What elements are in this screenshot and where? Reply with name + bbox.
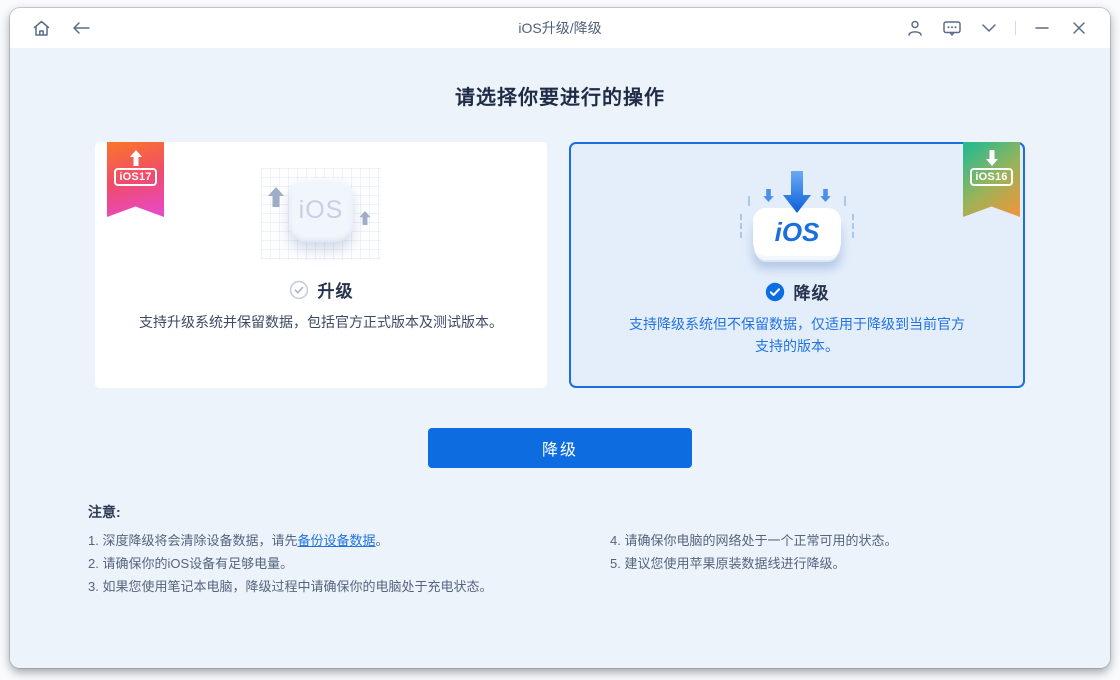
upgrade-card-title: 升级 [318, 277, 354, 302]
ios17-ribbon: iOS17 [107, 142, 164, 217]
notes-column-right: 4. 请确保你电脑的网络处于一个正常可用的状态。 5. 建议您使用苹果原装数据线… [610, 529, 1055, 598]
upgrade-card[interactable]: iOS17 iOS 升级 支持升级系统并保留数据，包括官方正式版本及测试版本。 [95, 142, 547, 388]
upgrade-card-description: 支持升级系统并保留数据，包括官方正式版本及测试版本。 [117, 311, 525, 333]
ribbon-label: iOS16 [970, 168, 1012, 186]
arrow-up-icon [125, 149, 147, 167]
note-number: 2. [88, 556, 99, 571]
notes-column-left: 1. 深度降级将会清除设备数据，请先备份设备数据。 2. 请确保你的iOS设备有… [88, 529, 610, 598]
back-icon[interactable] [70, 17, 92, 39]
titlebar: iOS升级/降级 [10, 8, 1110, 48]
check-circle-outline-icon [289, 280, 309, 300]
downgrade-card-title: 降级 [794, 279, 830, 304]
arrow-down-icon [981, 149, 1003, 167]
option-cards: iOS17 iOS 升级 支持升级系统并保留数据，包括官方正式版本及测试版本。 [95, 142, 1025, 388]
note-text: 深度降级将会清除设备数据，请先 [102, 533, 297, 548]
app-window: iOS升级/降级 [10, 8, 1110, 668]
ios-box-icon: iOS [289, 178, 353, 242]
feedback-message-icon[interactable] [941, 17, 963, 39]
note-number: 1. [88, 533, 99, 548]
ios16-ribbon: iOS16 [963, 142, 1020, 217]
chevron-down-icon[interactable] [978, 17, 1000, 39]
arrow-up-icon [358, 210, 372, 226]
note-item-3: 3. 如果您使用笔记本电脑，降级过程中请确保你的电脑处于充电状态。 [88, 575, 610, 598]
note-item-2: 2. 请确保你的iOS设备有足够电量。 [88, 552, 610, 575]
home-icon[interactable] [30, 17, 52, 39]
dash-decoration [748, 196, 750, 206]
arrow-down-icon [819, 188, 832, 203]
note-number: 5. [610, 556, 621, 571]
downgrade-card-description: 支持降级系统但不保留数据，仅适用于降级到当前官方支持的版本。 [571, 313, 1023, 357]
note-item-1: 1. 深度降级将会清除设备数据，请先备份设备数据。 [88, 529, 610, 552]
upgrade-ios-icon: iOS [246, 164, 396, 268]
arrow-down-icon [762, 188, 775, 203]
note-item-5: 5. 建议您使用苹果原装数据线进行降级。 [610, 552, 1055, 575]
note-text: 请确保你电脑的网络处于一个正常可用的状态。 [624, 533, 897, 548]
notes-columns: 1. 深度降级将会清除设备数据，请先备份设备数据。 2. 请确保你的iOS设备有… [88, 529, 1055, 598]
user-icon[interactable] [904, 17, 926, 39]
note-text: 请确保你的iOS设备有足够电量。 [102, 556, 293, 571]
dash-decoration [740, 214, 742, 238]
downgrade-title-row: 降级 [765, 279, 830, 304]
ios-label: iOS [775, 217, 820, 248]
downgrade-button[interactable]: 降级 [428, 428, 692, 468]
arrow-up-icon [266, 186, 286, 208]
note-text: 。 [376, 533, 389, 548]
page-title: 请选择你要进行的操作 [10, 48, 1110, 110]
note-text: 建议您使用苹果原装数据线进行降级。 [624, 556, 845, 571]
ios-box-icon: iOS [753, 208, 841, 256]
note-item-4: 4. 请确保你电脑的网络处于一个正常可用的状态。 [610, 529, 1055, 552]
notes-heading: 注意: [88, 502, 1055, 522]
backup-data-link[interactable]: 备份设备数据 [297, 533, 375, 548]
note-text: 如果您使用笔记本电脑，降级过程中请确保你的电脑处于充电状态。 [102, 579, 492, 594]
titlebar-left [30, 17, 92, 39]
close-icon[interactable] [1068, 17, 1090, 39]
dash-decoration [852, 214, 854, 238]
downgrade-card[interactable]: iOS16 iOS [569, 142, 1025, 388]
note-number: 3. [88, 579, 99, 594]
downgrade-ios-icon: iOS [722, 166, 872, 270]
titlebar-divider [1015, 21, 1016, 35]
main-content: 请选择你要进行的操作 iOS17 iOS [10, 48, 1110, 668]
note-number: 4. [610, 533, 621, 548]
upgrade-title-row: 升级 [289, 277, 354, 302]
ribbon-label: iOS17 [114, 168, 156, 186]
dash-decoration [844, 196, 846, 206]
check-circle-filled-icon [765, 282, 785, 302]
arrow-down-icon [783, 171, 811, 213]
notes-section: 注意: 1. 深度降级将会清除设备数据，请先备份设备数据。 2. 请确保你的iO… [88, 502, 1055, 598]
titlebar-right [904, 17, 1090, 39]
ios-label: iOS [299, 196, 344, 225]
minimize-icon[interactable] [1031, 17, 1053, 39]
